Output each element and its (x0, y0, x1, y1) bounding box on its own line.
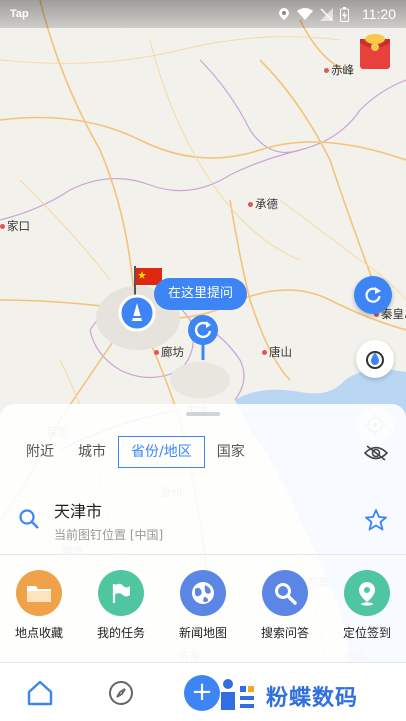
signal-icon (320, 7, 333, 21)
city-label: 廊坊 (154, 344, 184, 360)
shortcut-label: 定位签到 (342, 626, 391, 640)
shortcut-label: 搜索问答 (260, 626, 309, 640)
location-icon (279, 8, 289, 20)
city-label: 赤峰 (324, 62, 354, 78)
ask-here-tooltip[interactable]: 在这里提问 (154, 278, 248, 310)
home-icon[interactable] (26, 679, 54, 707)
search-icon (262, 570, 308, 616)
add-button[interactable]: + (184, 675, 220, 711)
divider (0, 554, 406, 555)
watermark-logo-icon (221, 679, 254, 710)
compass-icon[interactable] (107, 679, 135, 707)
tab-city[interactable]: 城市 (66, 436, 118, 468)
shortcut-label: 地点收藏 (14, 626, 63, 640)
shortcut-qa-search[interactable]: 搜索问答 (252, 570, 318, 641)
tab-country[interactable]: 国家 (205, 436, 257, 468)
favorite-star-icon[interactable] (364, 508, 388, 532)
city-label: 家口 (0, 218, 30, 234)
city-label: 唐山 (262, 344, 292, 360)
hide-eye-icon[interactable] (364, 444, 388, 462)
folder-icon (16, 570, 62, 616)
scope-tabs: 附近 城市 省份/地区 国家 (14, 436, 257, 468)
globe-icon (180, 570, 226, 616)
tab-nearby[interactable]: 附近 (14, 436, 66, 468)
result-subtitle: 当前图钉位置 [中国] (54, 528, 164, 542)
refresh-icon (365, 287, 381, 303)
wifi-icon (297, 7, 313, 20)
drag-handle[interactable] (186, 412, 220, 416)
bottom-panel: 附近 城市 省份/地区 国家 天津市 当前图钉位置 [中国] 地点收藏 我的任务 (0, 404, 406, 662)
location-pin-icon (344, 570, 390, 616)
result-title: 天津市 (54, 502, 103, 521)
shortcut-favorites[interactable]: 地点收藏 (6, 570, 72, 641)
shortcut-label: 我的任务 (96, 626, 145, 640)
shortcut-news-map[interactable]: 新闻地图 (170, 570, 236, 641)
clock: 11:20 (362, 6, 396, 22)
map-pin-icon[interactable] (186, 314, 220, 362)
location-result[interactable]: 天津市 当前图钉位置 [中国] (0, 486, 406, 552)
beijing-marker-icon[interactable] (118, 294, 156, 332)
status-bar: Tap 11:20 (0, 0, 406, 28)
red-packet-icon[interactable] (358, 31, 392, 71)
shortcut-tasks[interactable]: 我的任务 (88, 570, 154, 641)
refresh-button[interactable] (354, 276, 392, 314)
watermark-text: 粉蝶数码 (266, 686, 359, 711)
tab-province[interactable]: 省份/地区 (118, 436, 205, 468)
flag-icon (98, 570, 144, 616)
water-drop-icon (366, 351, 384, 369)
city-label: 承德 (248, 196, 278, 212)
shortcut-label: 新闻地图 (178, 626, 227, 640)
shortcut-checkin[interactable]: 定位签到 (334, 570, 400, 641)
search-icon (19, 509, 39, 529)
watermark: 粉蝶数码 (218, 676, 358, 716)
carrier-label: Tap (10, 8, 29, 20)
shortcut-row: 地点收藏 我的任务 新闻地图 搜索问答 定位签到 (0, 570, 406, 641)
layer-toggle-button[interactable] (356, 340, 394, 378)
battery-icon (340, 6, 349, 22)
